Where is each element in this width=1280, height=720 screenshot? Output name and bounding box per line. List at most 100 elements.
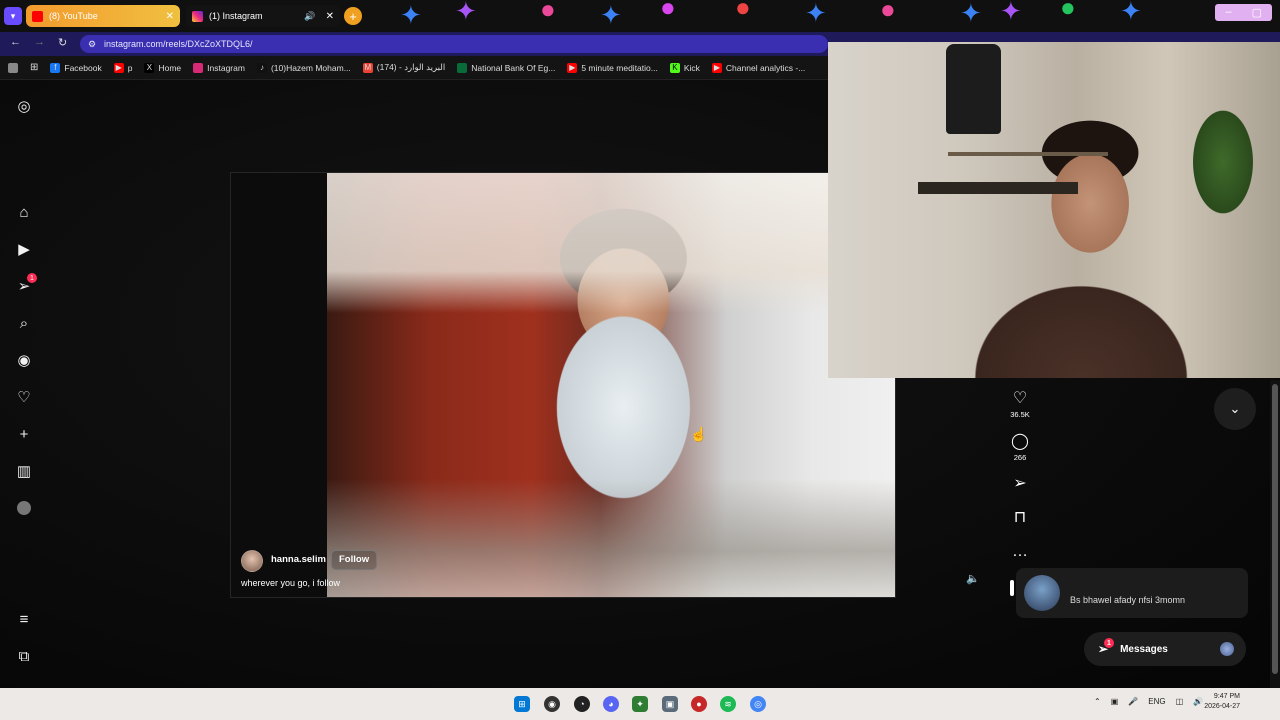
browser-tab-strip: ✦ ✦ ● ✦ ● ● ✦ ● ✦ ✦ ● ✦ ▾ (8) YouTube ✕ … (0, 0, 1280, 32)
direct-messages-icon[interactable]: ➢ 1 (14, 273, 37, 296)
heart-icon[interactable]: ♡ (1008, 390, 1032, 408)
obs-icon[interactable]: ◉ (544, 696, 560, 712)
url-input[interactable]: ⚙ instagram.com/reels/DXcZoXTDQL6/ (80, 35, 828, 53)
create-icon[interactable]: + (14, 424, 34, 444)
reload-icon[interactable]: ↻ (58, 36, 67, 49)
discord-icon[interactable]: ◕ (603, 696, 619, 712)
decorative-blob-icon: ● (735, 0, 751, 22)
author-avatar[interactable] (241, 550, 263, 572)
notification-indicator (1010, 580, 1014, 596)
tab-label: (8) YouTube (49, 11, 98, 21)
tab-instagram[interactable]: (1) Instagram 🔊 ✕ (186, 5, 340, 27)
tab-search-button[interactable]: ▾ (4, 7, 22, 25)
bookmark-bank[interactable]: National Bank Of Eg... (453, 62, 559, 73)
windows-start-icon[interactable]: ⊞ (514, 696, 530, 712)
app-icon[interactable]: ✦ (632, 696, 648, 712)
window-controls: – ▢ (1215, 4, 1272, 21)
url-text: instagram.com/reels/DXcZoXTDQL6/ (104, 39, 253, 49)
reel-video-frame[interactable] (327, 173, 895, 597)
scroll-thumb[interactable] (1272, 384, 1278, 674)
like-action[interactable]: ♡ 36.5K (1008, 390, 1032, 419)
close-tab-icon[interactable]: ✕ (326, 11, 334, 22)
bookmark-meditation[interactable]: ▶ 5 minute meditatio... (563, 62, 662, 73)
follow-button[interactable]: Follow (331, 550, 378, 570)
back-icon[interactable]: ← (10, 36, 21, 48)
bookmark-tiktok[interactable]: ♪ (10)Hazem Moham... (253, 62, 355, 73)
bookmark-icon[interactable]: ⊓ (1008, 509, 1032, 527)
bookmark-facebook[interactable]: f Facebook (46, 62, 105, 73)
threads-icon[interactable]: ⧉ (14, 646, 34, 666)
comment-action[interactable]: ◯ 266 (1008, 433, 1032, 462)
explore-icon[interactable]: ◉ (14, 350, 34, 370)
share-action[interactable]: ➢ (1008, 475, 1032, 493)
youtube-icon: ▶ (113, 62, 124, 73)
tab-youtube[interactable]: (8) YouTube ✕ (26, 5, 180, 27)
hanging-jacket (946, 44, 1001, 134)
speaker-icon[interactable]: 🔊 (304, 11, 315, 22)
language-indicator[interactable]: ENG (1148, 697, 1165, 706)
minimize-icon[interactable]: – (1225, 6, 1231, 19)
close-tab-icon[interactable]: ✕ (166, 11, 174, 22)
decorative-star-icon: ✦ (805, 0, 827, 28)
bookmark-instagram[interactable]: Instagram (189, 62, 249, 73)
bookmark-p[interactable]: ▶ p (110, 62, 137, 73)
maximize-icon[interactable]: ▢ (1252, 6, 1262, 19)
tray-app-icon[interactable]: ▣ (1111, 697, 1119, 706)
decorative-blob-icon: ● (660, 0, 676, 22)
apps-icon[interactable]: ⊞ (26, 62, 42, 73)
gmail-icon: M (362, 62, 373, 73)
save-action[interactable]: ⊓ (1008, 509, 1032, 527)
clock-date: 2026-04-27 (1204, 703, 1240, 710)
chevron-down-icon: ⌄ (1229, 401, 1241, 416)
microphone-icon[interactable]: 🎤 (1128, 697, 1138, 706)
next-reel-button[interactable]: ⌄ (1214, 388, 1256, 430)
taskbar-clock[interactable]: 9:47 PM 2026-04-27 (1200, 692, 1240, 712)
comment-icon[interactable]: ◯ (1008, 433, 1032, 451)
spotify-icon[interactable]: ≋ (720, 696, 736, 712)
instagram-sidebar: ◎ ⌂ ▶ ➢ 1 ⌕ ◉ ♡ + ▥ ≡ ⧉ (0, 80, 48, 688)
x-icon: X (144, 62, 155, 73)
new-tab-button[interactable]: + (344, 7, 362, 25)
reel-player[interactable]: hanna.selim Follow wherever you go, i fo… (230, 172, 896, 598)
profile-avatar[interactable] (14, 498, 34, 518)
reels-icon[interactable]: ▶ (14, 239, 34, 259)
instagram-logo-icon[interactable]: ◎ (14, 96, 34, 116)
youtube-icon (32, 10, 43, 22)
message-notification[interactable]: Bs bhawel afady nfsi 3momn (1016, 568, 1248, 618)
volume-icon[interactable]: 🔈 (966, 572, 980, 585)
system-tray: ⌃ ▣ 🎤 ENG ◫ 🔊 (1094, 697, 1203, 706)
author-username[interactable]: hanna.selim (271, 554, 326, 565)
decorative-star-icon: ✦ (600, 0, 622, 30)
app-icon[interactable]: ● (691, 696, 707, 712)
menu-icon[interactable]: ≡ (14, 609, 34, 629)
mouse-cursor-icon: ☝ (690, 426, 708, 442)
dashboard-icon[interactable]: ▥ (14, 461, 34, 481)
bookmark-channel-analytics[interactable]: ▶ Channel analytics -... (708, 62, 809, 73)
decorative-star-icon: ✦ (1120, 0, 1142, 26)
decorative-star-icon: ✦ (1000, 0, 1022, 26)
messages-label: Messages (1120, 643, 1168, 655)
search-icon[interactable]: ⌕ (14, 313, 34, 333)
notifications-heart-icon[interactable]: ♡ (14, 387, 34, 407)
share-icon[interactable]: ➢ (1008, 475, 1032, 493)
more-action[interactable]: … (1008, 543, 1032, 561)
instagram-icon (193, 62, 204, 73)
network-icon[interactable]: ◫ (1176, 697, 1184, 706)
bookmark-gmail[interactable]: M (174) - البريد الوارد (359, 62, 449, 73)
more-options-icon[interactable]: … (1008, 543, 1032, 561)
bookmark-kick[interactable]: K Kick (666, 62, 704, 73)
site-info-icon[interactable]: ⚙ (88, 35, 96, 53)
sidebar-toggle-icon[interactable] (4, 62, 22, 73)
decorative-blob-icon: ● (880, 0, 896, 24)
app-icon[interactable]: ◔ (574, 696, 590, 712)
page-scrollbar[interactable] (1270, 380, 1280, 688)
bookmark-x-home[interactable]: X Home (140, 62, 185, 73)
forward-icon[interactable]: → (34, 36, 45, 48)
chevron-up-icon[interactable]: ⌃ (1094, 697, 1101, 706)
kick-icon: K (669, 62, 680, 73)
tab-label: (1) Instagram (209, 11, 263, 21)
app-icon[interactable]: ▣ (662, 696, 678, 712)
home-icon[interactable]: ⌂ (14, 202, 34, 222)
chrome-icon[interactable]: ◎ (750, 696, 766, 712)
messages-button[interactable]: ➢ 1 Messages (1084, 632, 1246, 666)
